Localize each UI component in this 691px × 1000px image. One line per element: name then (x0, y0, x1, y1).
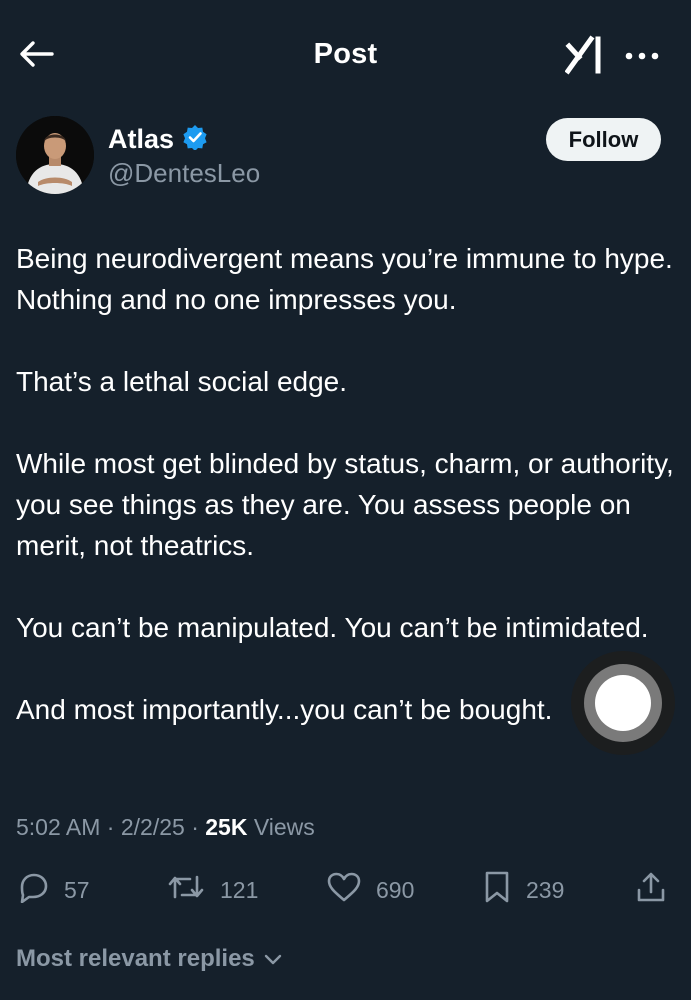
action-bar: 57 121 690 239 (0, 866, 691, 914)
top-bar: Post (0, 0, 691, 112)
verified-badge-icon (182, 124, 208, 155)
post-paragraph: While most get blinded by status, charm,… (16, 448, 674, 561)
bookmark-count: 239 (526, 876, 565, 903)
meta-separator: · (191, 814, 199, 840)
post-paragraph: You can’t be manipulated. You can’t be i… (16, 612, 649, 643)
bookmark-icon (482, 870, 512, 910)
assistive-touch-ring (584, 664, 662, 742)
post-text: Being neurodivergent means you’re immune… (16, 238, 676, 730)
grok-button[interactable] (562, 34, 610, 80)
post-paragraph: Being neurodivergent means you’re immune… (16, 243, 673, 315)
user-handle[interactable]: @DentesLeo (108, 158, 260, 189)
post-meta: 5:02 AM · 2/2/25 · 25K Views (16, 814, 315, 841)
like-button[interactable]: 690 (326, 870, 414, 910)
assistive-touch-icon (595, 675, 651, 731)
follow-button[interactable]: Follow (546, 118, 661, 161)
chevron-down-icon (263, 945, 283, 973)
grok-icon (564, 35, 607, 80)
like-count: 690 (376, 876, 415, 903)
assistive-touch-button[interactable] (571, 651, 675, 755)
share-icon (634, 870, 668, 910)
post-time[interactable]: 5:02 AM (16, 814, 100, 841)
replies-sort-label: Most relevant replies (16, 945, 255, 972)
post-author: Atlas @DentesLeo Follow (0, 112, 691, 202)
ellipsis-icon (624, 48, 660, 66)
views-label: Views (253, 814, 315, 840)
repost-count: 121 (220, 876, 259, 903)
post-paragraph: That’s a lethal social edge. (16, 366, 348, 397)
reply-button[interactable]: 57 (16, 870, 90, 910)
post-date[interactable]: 2/2/25 (121, 814, 185, 841)
name-row: Atlas (108, 124, 208, 155)
reply-count: 57 (64, 876, 90, 903)
repost-button[interactable]: 121 (166, 870, 258, 910)
display-name[interactable]: Atlas (108, 124, 174, 155)
more-options-button[interactable] (620, 40, 664, 74)
heart-icon (326, 871, 362, 909)
avatar[interactable] (16, 116, 94, 194)
reply-icon (16, 871, 50, 909)
replies-sort-dropdown[interactable]: Most relevant replies (16, 945, 283, 973)
bookmark-button[interactable]: 239 (482, 870, 564, 910)
share-button[interactable] (634, 870, 668, 910)
views-count[interactable]: 25K (205, 814, 247, 841)
meta-separator: · (106, 814, 115, 840)
repost-icon (166, 871, 206, 909)
